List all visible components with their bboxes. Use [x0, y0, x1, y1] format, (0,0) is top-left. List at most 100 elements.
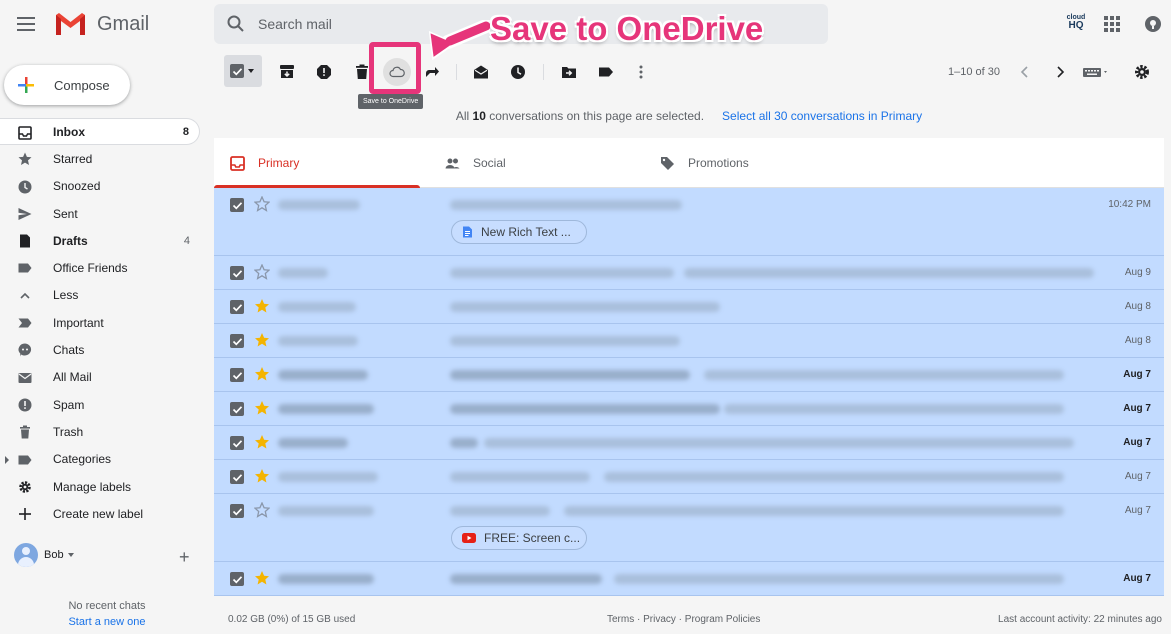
row-checkbox[interactable]: [230, 504, 244, 518]
sidebar-item-office-friends[interactable]: Office Friends: [0, 254, 214, 281]
avatar[interactable]: [14, 543, 38, 567]
annotation-arrow-icon: [428, 20, 490, 61]
email-row[interactable]: Aug 9: [214, 256, 1164, 290]
email-date: Aug 9: [1124, 267, 1151, 278]
select-all-checkbox[interactable]: [224, 55, 262, 87]
chevron-right-icon: [1057, 66, 1065, 78]
attachment-chip[interactable]: FREE: Screen c...: [451, 526, 587, 550]
report-spam-button[interactable]: [314, 62, 334, 82]
new-chat-plus-icon[interactable]: +: [179, 547, 190, 568]
compose-button[interactable]: Compose: [4, 65, 130, 105]
sidebar-item-manage-labels[interactable]: Manage labels: [0, 473, 214, 500]
save-to-onedrive-button[interactable]: [383, 58, 411, 86]
star-filled-icon[interactable]: [254, 468, 270, 484]
sender-obscured: [278, 438, 348, 448]
row-checkbox[interactable]: [230, 300, 244, 314]
sidebar-item-label: Starred: [53, 151, 93, 166]
sidebar-item-categories[interactable]: Categories: [0, 446, 214, 473]
star-outline-icon[interactable]: [254, 502, 270, 518]
compose-label: Compose: [54, 77, 110, 93]
more-vertical-icon: [639, 65, 643, 79]
move-to-button[interactable]: [559, 62, 579, 82]
email-row[interactable]: Aug 7: [214, 358, 1164, 392]
email-date: Aug 7: [1124, 505, 1151, 516]
selection-banner: All 10 conversations on this page are se…: [214, 94, 1164, 138]
forward-button[interactable]: [422, 62, 442, 82]
row-checkbox[interactable]: [230, 334, 244, 348]
sidebar-item-drafts[interactable]: Drafts 4: [0, 227, 214, 254]
cloudhq-icon[interactable]: cloud HQ: [1064, 14, 1088, 34]
important-icon: [18, 318, 32, 328]
input-tools-button[interactable]: [1082, 62, 1112, 82]
main-menu-icon[interactable]: [16, 14, 36, 34]
row-checkbox[interactable]: [230, 198, 244, 212]
star-outline-icon[interactable]: [254, 196, 270, 212]
chevron-down-icon[interactable]: [248, 69, 254, 73]
chevron-up-icon: [20, 292, 30, 299]
row-checkbox[interactable]: [230, 368, 244, 382]
row-checkbox[interactable]: [230, 402, 244, 416]
email-row[interactable]: 10:42 PM New Rich Text ...: [214, 188, 1164, 256]
archive-button[interactable]: [277, 62, 297, 82]
star-filled-icon[interactable]: [254, 366, 270, 382]
expand-caret-icon[interactable]: [5, 455, 9, 464]
cloud-icon: [389, 66, 405, 78]
row-checkbox[interactable]: [230, 470, 244, 484]
subject-obscured: [484, 438, 1074, 448]
select-all-conversations-link[interactable]: Select all 30 conversations in Primary: [722, 109, 922, 123]
settings-button[interactable]: [1132, 62, 1152, 82]
notifications-icon[interactable]: [1144, 14, 1162, 34]
chevron-down-icon[interactable]: [67, 553, 74, 557]
sidebar-item-spam[interactable]: Spam: [0, 391, 214, 418]
compose-plus-icon: [18, 77, 34, 93]
tab-social[interactable]: Social: [429, 138, 635, 188]
email-row[interactable]: Aug 7: [214, 426, 1164, 460]
labels-button[interactable]: [596, 62, 616, 82]
sidebar-item-snoozed[interactable]: Snoozed: [0, 173, 214, 200]
footer-links[interactable]: Terms · Privacy · Program Policies: [607, 614, 760, 625]
sidebar-item-all-mail[interactable]: All Mail: [0, 364, 214, 391]
newer-button[interactable]: [1050, 62, 1070, 82]
sidebar-item-inbox[interactable]: Inbox 8: [0, 118, 200, 146]
sidebar-item-chats[interactable]: Chats: [0, 336, 214, 363]
apps-grid-icon[interactable]: [1104, 16, 1120, 32]
star-filled-icon[interactable]: [254, 400, 270, 416]
row-checkbox[interactable]: [230, 266, 244, 280]
search-icon[interactable]: [226, 14, 246, 34]
star-filled-icon[interactable]: [254, 434, 270, 450]
star-filled-icon[interactable]: [254, 332, 270, 348]
hangouts-user[interactable]: Bob +: [14, 543, 204, 567]
tab-promotions[interactable]: Promotions: [644, 138, 850, 188]
email-date: Aug 8: [1124, 335, 1151, 346]
row-checkbox[interactable]: [230, 572, 244, 586]
star-outline-icon[interactable]: [254, 264, 270, 280]
snooze-button[interactable]: [508, 62, 528, 82]
email-row[interactable]: Aug 7: [214, 392, 1164, 426]
row-checkbox[interactable]: [230, 436, 244, 450]
sidebar-item-sent[interactable]: Sent: [0, 200, 214, 227]
star-filled-icon[interactable]: [254, 570, 270, 586]
sidebar-item-trash[interactable]: Trash: [0, 418, 214, 445]
email-row[interactable]: Aug 7: [214, 562, 1164, 596]
start-chat-link[interactable]: Start a new one: [0, 616, 214, 628]
tab-primary[interactable]: Primary: [214, 138, 420, 188]
keyboard-icon: [1083, 68, 1107, 77]
email-row[interactable]: Aug 7 FREE: Screen c...: [214, 494, 1164, 562]
tag-icon: [661, 157, 674, 170]
email-row[interactable]: Aug 8: [214, 290, 1164, 324]
gmail-logo[interactable]: Gmail: [54, 11, 149, 37]
email-row[interactable]: Aug 8: [214, 324, 1164, 358]
email-row[interactable]: Aug 7: [214, 460, 1164, 494]
star-filled-icon[interactable]: [254, 298, 270, 314]
mark-as-read-button[interactable]: [471, 62, 491, 82]
sidebar-item-less[interactable]: Less: [0, 282, 214, 309]
sidebar-item-important[interactable]: Important: [0, 309, 214, 336]
sidebar-item-label: Inbox: [53, 124, 85, 139]
folder-move-icon: [562, 67, 576, 78]
sidebar-item-create-label[interactable]: Create new label: [0, 500, 214, 527]
attachment-chip[interactable]: New Rich Text ...: [451, 220, 587, 244]
email-list: 10:42 PM New Rich Text ... Aug 9 Aug 8 Aug 8…: [214, 188, 1164, 596]
sidebar-item-starred[interactable]: Starred: [0, 145, 214, 172]
older-button[interactable]: [1015, 62, 1035, 82]
more-options-button[interactable]: [631, 62, 651, 82]
